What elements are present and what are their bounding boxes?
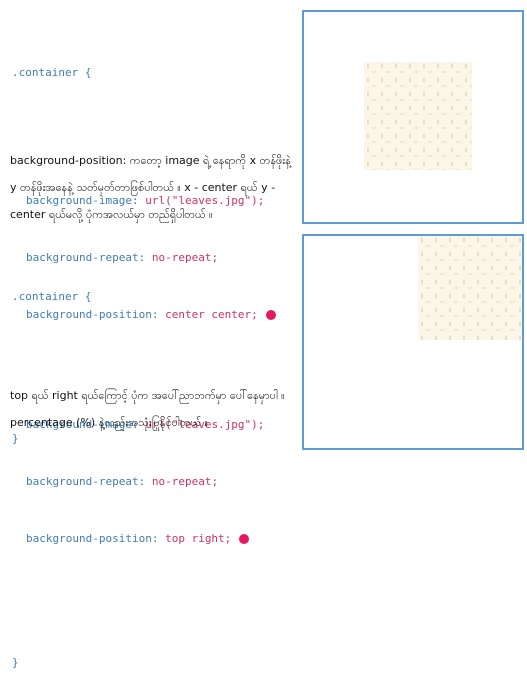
code-selector: .container {	[12, 290, 92, 303]
preview-box-center	[302, 10, 524, 224]
preview-box-top-right	[302, 234, 524, 450]
leaves-image	[364, 62, 472, 170]
leaves-image	[418, 236, 522, 340]
code-block-2: .container { background-image: url("leav…	[12, 264, 264, 682]
description-paragraph-2: top ရယ် right ရယ်ကြောင့် ပုံက အပေါ်ညာဘက်…	[10, 389, 285, 429]
code-line: background-position: top right;	[26, 529, 264, 548]
code-selector: .container {	[12, 66, 92, 79]
description-paragraph-1: background-position: ကတော့ image ရဲ့ နေရ…	[10, 154, 291, 221]
code-close: }	[12, 656, 19, 669]
code-line: background-repeat: no-repeat;	[26, 475, 219, 488]
highlight-dot	[239, 534, 250, 544]
highlight-dot	[265, 310, 276, 320]
